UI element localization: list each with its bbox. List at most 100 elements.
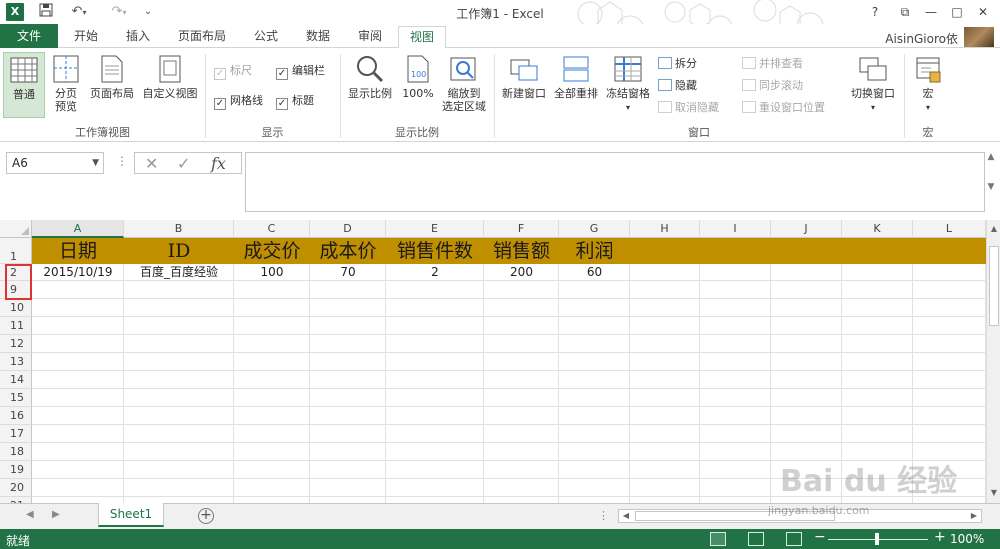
normal-view-icon[interactable] [710,532,726,546]
page-break-icon[interactable] [786,532,802,546]
save-icon[interactable] [36,3,56,21]
gridlines-checkbox[interactable]: ✓ 网格线 [214,94,263,110]
data-cell[interactable]: 2 [386,264,484,281]
sync-scroll-button[interactable]: 同步滚动 [742,78,803,94]
new-window-button[interactable]: 新建窗口 [498,54,550,100]
row-header-20[interactable]: 20 [0,479,32,497]
zoom-in-button[interactable]: + [934,529,946,545]
header-cell[interactable]: ID [124,238,234,264]
zoom-button[interactable]: 显示比例 [344,54,396,100]
user-name[interactable]: AisinGioro依 [885,30,958,47]
data-cell[interactable]: 200 [484,264,559,281]
column-header-k[interactable]: K [842,220,913,238]
tab-home[interactable]: 开始 [66,26,106,48]
column-header-f[interactable]: F [484,220,559,238]
tab-view[interactable]: 视图 [398,26,446,49]
chevron-down-icon[interactable]: ▼ [988,182,995,192]
row-header-19[interactable]: 19 [0,461,32,479]
reset-window-position-button[interactable]: 重设窗口位置 [742,100,825,116]
column-header-d[interactable]: D [310,220,386,238]
customize-qat-icon[interactable]: ⌄ [142,3,154,21]
sheet-tab[interactable]: Sheet1 [98,503,164,527]
formula-scroll[interactable]: ▲ ▼ [984,152,998,212]
macros-button[interactable]: 宏 ▾ [908,54,948,114]
chevron-up-icon[interactable]: ▲ [988,152,995,162]
header-cell[interactable]: 销售额 [484,238,559,264]
row-header-18[interactable]: 18 [0,443,32,461]
row-header-14[interactable]: 14 [0,371,32,389]
zoom-slider-thumb[interactable] [875,533,879,545]
tab-data[interactable]: 数据 [298,26,338,48]
hide-button[interactable]: 隐藏 [658,78,697,94]
switch-windows-button[interactable]: 切换窗口 ▾ [845,54,901,114]
zoom-to-selection-button[interactable]: 缩放到 选定区域 [438,54,490,113]
freeze-panes-button[interactable]: 冻结窗格 ▾ [603,54,653,114]
row-header-16[interactable]: 16 [0,407,32,425]
scroll-left-icon[interactable]: ◀ [619,510,633,522]
scroll-up-icon[interactable]: ▲ [987,224,1000,233]
formula-bar-checkbox[interactable]: ✓ 编辑栏 [276,64,325,80]
data-cell[interactable]: 2015/10/19 [32,264,124,281]
unhide-button[interactable]: 取消隐藏 [658,100,719,116]
ribbon-display-button[interactable]: ⧉ [894,2,916,22]
ruler-checkbox[interactable]: ✓ 标尺 [214,64,252,80]
more-dots-icon[interactable]: ⋮ [116,154,128,168]
header-cell[interactable]: 成本价 [310,238,386,264]
row-header-13[interactable]: 13 [0,353,32,371]
scroll-down-icon[interactable]: ▼ [987,488,1000,497]
tab-review[interactable]: 审阅 [350,26,390,48]
enter-icon[interactable]: ✓ [177,154,190,173]
page-break-preview-button[interactable]: 分页 预览 [48,54,84,113]
row-header-15[interactable]: 15 [0,389,32,407]
column-header-j[interactable]: J [771,220,842,238]
row-header-1[interactable]: 1 [0,238,32,264]
close-button[interactable]: ✕ [972,2,994,22]
scroll-thumb[interactable] [989,246,999,326]
page-layout-icon[interactable] [748,532,764,546]
header-cell[interactable]: 销售件数 [386,238,484,264]
add-sheet-icon[interactable]: + [198,508,214,524]
prev-sheet-icon[interactable]: ◀ [26,509,34,520]
zoom-level[interactable]: 100% [950,532,984,546]
maximize-button[interactable]: □ [946,2,968,22]
normal-view-button[interactable]: 普通 [3,52,45,118]
scroll-right-icon[interactable]: ▶ [967,510,981,522]
tab-file[interactable]: 文件 [0,24,58,48]
data-cell[interactable]: 70 [310,264,386,281]
redo-icon[interactable]: ↷▾ [104,3,134,21]
header-cell[interactable]: 成交价 [234,238,310,264]
tab-insert[interactable]: 插入 [118,26,158,48]
data-cell[interactable]: 60 [559,264,630,281]
select-all-button[interactable] [0,220,32,238]
more-dots-icon[interactable]: ⋮ [598,509,609,522]
zoom-100-button[interactable]: 100 100% [398,54,438,100]
data-cell[interactable]: 百度_百度经验 [124,264,234,281]
tab-page-layout[interactable]: 页面布局 [170,26,234,48]
formula-input[interactable] [245,152,985,212]
row-header-11[interactable]: 11 [0,317,32,335]
headings-checkbox[interactable]: ✓ 标题 [276,94,314,110]
row-header-17[interactable]: 17 [0,425,32,443]
row-header-12[interactable]: 12 [0,335,32,353]
data-cell[interactable]: 100 [234,264,310,281]
column-header-g[interactable]: G [559,220,630,238]
undo-icon[interactable]: ↶▾ [64,3,94,21]
column-header-c[interactable]: C [234,220,310,238]
name-box[interactable]: A6 ▼ [6,152,104,174]
view-side-by-side-button[interactable]: 并排查看 [742,56,803,72]
column-header-b[interactable]: B [124,220,234,238]
tab-formulas[interactable]: 公式 [246,26,286,48]
custom-views-button[interactable]: 自定义视图 [140,54,200,100]
next-sheet-icon[interactable]: ▶ [52,509,60,520]
arrange-all-button[interactable]: 全部重排 [550,54,602,100]
insert-function-icon[interactable]: fx [211,154,226,173]
cancel-icon[interactable]: ✕ [145,154,158,173]
avatar[interactable] [964,27,994,47]
header-cell[interactable]: 日期 [32,238,124,264]
row-header-10[interactable]: 10 [0,299,32,317]
column-header-h[interactable]: H [630,220,700,238]
column-header-i[interactable]: I [700,220,771,238]
chevron-down-icon[interactable]: ▼ [92,153,99,173]
help-button[interactable]: ? [864,2,886,22]
column-header-l[interactable]: L [913,220,986,238]
